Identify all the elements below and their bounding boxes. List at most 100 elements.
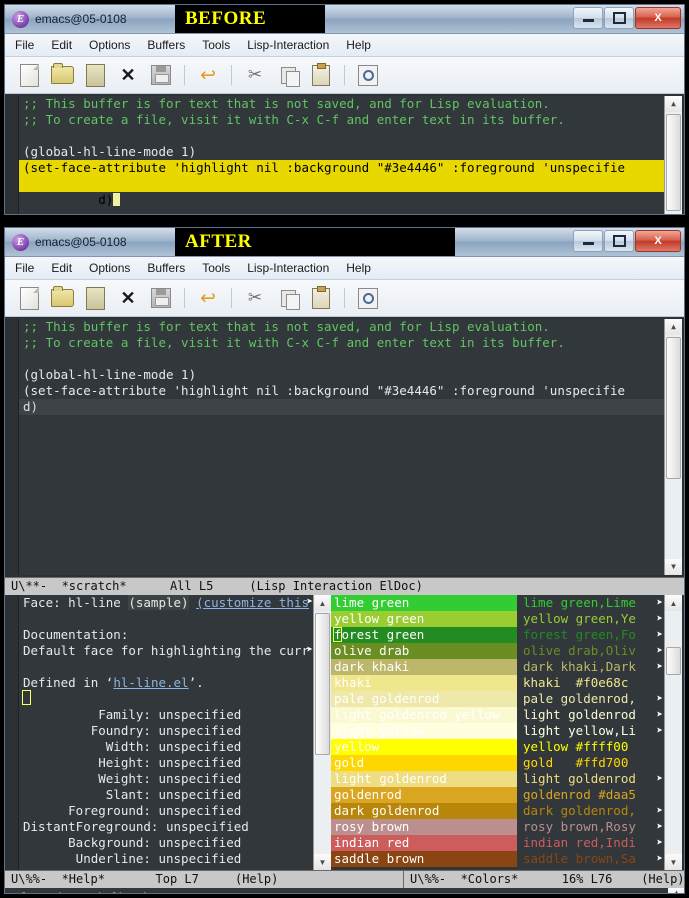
save-disk-icon[interactable]: [147, 284, 175, 312]
scroll-thumb[interactable]: [666, 647, 681, 675]
color-name-row[interactable]: pale goldenrod, ➤: [517, 691, 664, 707]
color-swatch-row[interactable]: forest green: [331, 627, 517, 643]
color-name-row[interactable]: dark goldenrod, ➤: [517, 803, 664, 819]
menu-item-help[interactable]: Help: [346, 38, 371, 52]
scroll-up-arrow[interactable]: ▲: [665, 319, 682, 335]
color-swatch-row[interactable]: indian red: [331, 835, 517, 851]
color-name-row[interactable]: olive drab,Oliv ➤: [517, 643, 664, 659]
maximize-button[interactable]: [604, 7, 634, 29]
color-swatch-row[interactable]: yellow: [331, 739, 517, 755]
scroll-thumb[interactable]: [315, 613, 330, 755]
minimize-button[interactable]: [573, 230, 603, 252]
color-swatch-row[interactable]: lime green: [331, 595, 517, 611]
color-swatch-row[interactable]: gold: [331, 755, 517, 771]
new-file-icon[interactable]: [15, 61, 43, 89]
scroll-up-arrow[interactable]: ▲: [314, 595, 331, 611]
color-swatch-row[interactable]: dark goldenrod: [331, 803, 517, 819]
scratch-buffer-after[interactable]: ;; This buffer is for text that is not s…: [19, 319, 664, 575]
copy-icon[interactable]: [274, 61, 302, 89]
color-name-row[interactable]: light goldenrod ➤: [517, 707, 664, 723]
scroll-thumb[interactable]: [666, 337, 681, 479]
scroll-up-arrow[interactable]: ▲: [665, 96, 682, 112]
help-link[interactable]: (customize this: [196, 595, 309, 610]
color-name-row[interactable]: yellow #ffff00: [517, 739, 664, 755]
vertical-scrollbar-echo[interactable]: ▲ ▼: [668, 888, 684, 893]
titlebar-after[interactable]: E emacs@05-0108 AFTER X: [5, 228, 684, 257]
new-file-icon[interactable]: [15, 284, 43, 312]
color-name-row[interactable]: light goldenrod ➤: [517, 771, 664, 787]
menu-item-edit[interactable]: Edit: [51, 261, 72, 275]
color-swatch-row[interactable]: yellow green: [331, 611, 517, 627]
menu-item-options[interactable]: Options: [89, 38, 130, 52]
save-disk-icon[interactable]: [147, 61, 175, 89]
help-buffer[interactable]: Face: hl-line (sample) (customize this ➤ D…: [19, 595, 313, 870]
color-swatch-row[interactable]: light goldenrod yellow: [331, 707, 517, 723]
color-name-row[interactable]: rosy brown,Rosy ➤: [517, 819, 664, 835]
close-icon[interactable]: ✕: [114, 61, 142, 89]
color-name-row[interactable]: goldenrod #daa5: [517, 787, 664, 803]
menu-item-file[interactable]: File: [15, 261, 34, 275]
titlebar-before[interactable]: E emacs@05-0108 BEFORE X: [5, 5, 684, 34]
scroll-down-arrow[interactable]: ▼: [314, 854, 331, 870]
color-name-row[interactable]: gold #ffd700: [517, 755, 664, 771]
menu-item-options[interactable]: Options: [89, 261, 130, 275]
color-swatch-row[interactable]: goldenrod: [331, 787, 517, 803]
minimize-button[interactable]: [573, 7, 603, 29]
copy-icon[interactable]: [274, 284, 302, 312]
vertical-scrollbar-help[interactable]: ▲ ▼: [313, 595, 331, 870]
cut-icon[interactable]: ✂: [241, 61, 269, 89]
color-swatch-row[interactable]: saddle brown: [331, 851, 517, 867]
open-file-icon[interactable]: [48, 61, 76, 89]
close-button[interactable]: X: [635, 230, 681, 252]
colors-swatch-column[interactable]: lime green yellow green forest green olive …: [331, 595, 517, 870]
search-icon[interactable]: [354, 284, 382, 312]
save-file-icon[interactable]: [81, 284, 109, 312]
color-swatch-row[interactable]: olive drab: [331, 643, 517, 659]
cut-icon[interactable]: ✂: [241, 284, 269, 312]
color-name-row[interactable]: saddle brown,Sa ➤: [517, 851, 664, 867]
close-button[interactable]: X: [635, 7, 681, 29]
menu-item-buffers[interactable]: Buffers: [147, 261, 185, 275]
vertical-scrollbar-colors[interactable]: ▲ ▼: [664, 595, 682, 870]
scroll-up-arrow[interactable]: ▲: [668, 888, 684, 893]
color-name-row[interactable]: lime green,Lime ➤: [517, 595, 664, 611]
scroll-down-arrow[interactable]: ▼: [665, 559, 682, 575]
color-name-row[interactable]: forest green,Fo ➤: [517, 627, 664, 643]
menu-item-buffers[interactable]: Buffers: [147, 38, 185, 52]
maximize-button[interactable]: [604, 230, 634, 252]
scroll-down-arrow[interactable]: ▼: [665, 854, 682, 870]
scroll-thumb[interactable]: [666, 114, 681, 211]
color-swatch-row[interactable]: pale goldenrod: [331, 691, 517, 707]
undo-icon[interactable]: ↩: [194, 61, 222, 89]
menu-item-file[interactable]: File: [15, 38, 34, 52]
color-name-row[interactable]: dark khaki,Dark ➤: [517, 659, 664, 675]
menu-item-tools[interactable]: Tools: [202, 261, 230, 275]
scroll-up-arrow[interactable]: ▲: [665, 595, 682, 611]
vertical-scrollbar-after[interactable]: ▲ ▼: [664, 319, 682, 575]
vertical-scrollbar-before[interactable]: ▲: [664, 96, 682, 214]
open-file-icon[interactable]: [48, 284, 76, 312]
color-swatch-row[interactable]: khaki: [331, 675, 517, 691]
color-name-row[interactable]: light yellow,Li ➤: [517, 723, 664, 739]
menu-item-help[interactable]: Help: [346, 261, 371, 275]
color-name-row[interactable]: khaki #f0e68c: [517, 675, 664, 691]
color-swatch-row[interactable]: light yellow: [331, 723, 517, 739]
help-link[interactable]: hl-line.el: [113, 675, 188, 690]
menu-item-edit[interactable]: Edit: [51, 38, 72, 52]
search-icon[interactable]: [354, 61, 382, 89]
menu-item-lisp-interaction[interactable]: Lisp-Interaction: [247, 38, 329, 52]
close-icon[interactable]: ✕: [114, 284, 142, 312]
color-name-row[interactable]: indian red,Indi ➤: [517, 835, 664, 851]
undo-icon[interactable]: ↩: [194, 284, 222, 312]
scratch-buffer-before[interactable]: ;; This buffer is for text that is not s…: [19, 96, 664, 214]
colors-name-column[interactable]: lime green,Lime ➤ yellow green,Ye ➤ forest g…: [517, 595, 664, 870]
color-name-row[interactable]: yellow green,Ye ➤: [517, 611, 664, 627]
paste-icon[interactable]: [307, 61, 335, 89]
paste-icon[interactable]: [307, 284, 335, 312]
save-file-icon[interactable]: [81, 61, 109, 89]
color-swatch-row[interactable]: rosy brown: [331, 819, 517, 835]
menu-item-lisp-interaction[interactable]: Lisp-Interaction: [247, 261, 329, 275]
color-swatch-row[interactable]: light goldenrod: [331, 771, 517, 787]
color-swatch-row[interactable]: dark khaki: [331, 659, 517, 675]
menu-item-tools[interactable]: Tools: [202, 38, 230, 52]
